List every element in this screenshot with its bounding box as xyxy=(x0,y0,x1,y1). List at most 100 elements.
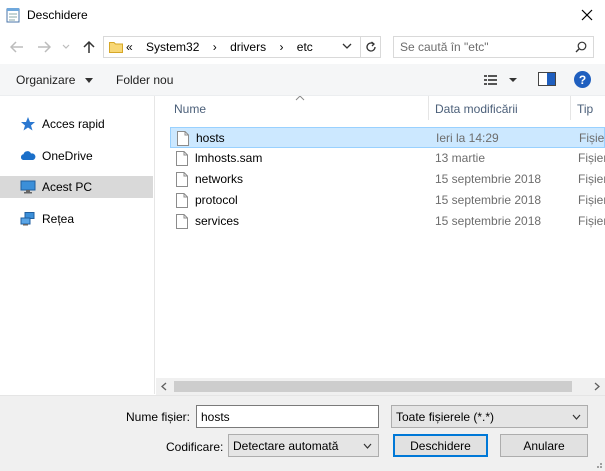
sidebar-item-network[interactable]: Rețea xyxy=(0,208,153,230)
help-button[interactable]: ? xyxy=(574,71,591,88)
file-type: Fișier xyxy=(578,151,605,165)
breadcrumb-drivers[interactable]: drivers xyxy=(230,40,266,54)
star-icon xyxy=(21,117,35,131)
horizontal-scrollbar[interactable] xyxy=(156,378,605,395)
scroll-right-icon[interactable] xyxy=(594,382,600,391)
details-view-icon xyxy=(484,75,517,85)
file-type: Fișier xyxy=(578,193,605,207)
file-date: 15 septembrie 2018 xyxy=(435,214,542,228)
file-date: 13 martie xyxy=(435,151,486,165)
breadcrumb-separator[interactable]: › xyxy=(279,40,283,54)
sidebar-item-label: OneDrive xyxy=(42,149,93,163)
sort-ascending-icon xyxy=(295,96,305,101)
table-row[interactable]: hosts Ieri la 14:29 Fișier xyxy=(170,127,605,148)
table-row[interactable]: networks 15 septembrie 2018 Fișier xyxy=(170,169,605,190)
file-type-value: Toate fișierele (*.*) xyxy=(396,410,495,424)
sidebar-item-label: Acces rapid xyxy=(42,117,105,131)
organize-label: Organizare xyxy=(16,73,76,87)
back-button[interactable] xyxy=(8,38,26,56)
breadcrumb: « System32 › drivers › etc xyxy=(126,40,323,54)
new-folder-button[interactable]: Folder nou xyxy=(116,73,173,87)
breadcrumb-system32[interactable]: System32 xyxy=(146,40,199,54)
filename-label: Nume fișier: xyxy=(126,410,191,424)
open-button[interactable]: Deschidere xyxy=(393,434,488,457)
file-date: 15 septembrie 2018 xyxy=(435,172,542,186)
column-header-row: Nume Data modificării Tip xyxy=(156,96,605,122)
column-header-name[interactable]: Nume xyxy=(174,102,206,116)
navigation-pane: Acces rapid OneDrive Acest PC Rețea xyxy=(0,96,155,394)
file-name: protocol xyxy=(195,193,238,207)
file-icon xyxy=(176,151,188,166)
resize-grip-icon[interactable] xyxy=(593,459,603,469)
file-type-dropdown[interactable]: Toate fișierele (*.*) xyxy=(391,405,588,428)
preview-pane-button[interactable] xyxy=(538,72,556,88)
breadcrumb-overflow[interactable]: « xyxy=(126,40,133,54)
preview-pane-icon xyxy=(538,72,556,86)
column-header-type[interactable]: Tip xyxy=(577,102,593,116)
search-box[interactable] xyxy=(393,36,594,58)
network-icon xyxy=(20,212,35,226)
close-icon xyxy=(581,9,593,21)
sidebar-item-onedrive[interactable]: OneDrive xyxy=(0,145,153,167)
chevron-down-icon[interactable] xyxy=(342,42,352,50)
address-bar[interactable]: « System32 › drivers › etc xyxy=(103,36,361,58)
folder-icon xyxy=(109,42,123,53)
file-icon xyxy=(176,214,188,229)
breadcrumb-separator[interactable]: › xyxy=(213,40,217,54)
file-type: Fișier xyxy=(579,131,605,145)
sidebar-item-this-pc[interactable]: Acest PC xyxy=(0,176,153,198)
chevron-down-icon xyxy=(572,414,581,420)
close-button[interactable] xyxy=(569,0,605,30)
search-icon xyxy=(575,41,587,53)
encoding-label: Codificare: xyxy=(166,440,224,454)
table-row[interactable]: lmhosts.sam 13 martie Fișier xyxy=(170,148,605,169)
file-icon xyxy=(176,193,188,208)
file-date: Ieri la 14:29 xyxy=(436,131,499,145)
table-row[interactable]: services 15 septembrie 2018 Fișier xyxy=(170,211,605,232)
sidebar-item-label: Acest PC xyxy=(42,180,93,194)
breadcrumb-etc[interactable]: etc xyxy=(297,40,313,54)
title-bar: Deschidere xyxy=(0,0,605,30)
forward-button[interactable] xyxy=(35,38,53,56)
encoding-value: Detectare automată xyxy=(233,439,339,453)
up-button[interactable] xyxy=(80,38,98,56)
refresh-button[interactable] xyxy=(361,36,381,58)
change-view-button[interactable] xyxy=(483,72,519,88)
command-bar: Organizare Folder nou ? xyxy=(0,64,605,96)
file-date: 15 septembrie 2018 xyxy=(435,193,542,207)
chevron-down-icon xyxy=(62,44,70,49)
scrollbar-thumb[interactable] xyxy=(174,381,572,392)
file-list: Nume Data modificării Tip hosts Ieri la … xyxy=(156,96,605,394)
dialog-footer: Nume fișier: Toate fișierele (*.*) Codif… xyxy=(0,395,605,471)
organize-button[interactable]: Organizare xyxy=(16,73,93,87)
computer-icon xyxy=(20,180,36,194)
column-divider[interactable] xyxy=(570,96,571,120)
column-divider[interactable] xyxy=(428,96,429,120)
file-name: networks xyxy=(195,172,244,186)
search-input[interactable] xyxy=(400,40,570,54)
arrow-up-icon xyxy=(83,40,95,53)
cloud-icon xyxy=(20,151,36,160)
file-icon xyxy=(177,131,189,146)
help-icon: ? xyxy=(578,72,587,87)
sidebar-item-label: Rețea xyxy=(42,212,75,226)
scroll-left-icon[interactable] xyxy=(161,382,167,391)
refresh-icon xyxy=(365,41,376,52)
cancel-button[interactable]: Anulare xyxy=(500,434,588,457)
arrow-right-icon xyxy=(38,41,51,53)
notepad-icon xyxy=(6,8,20,23)
filename-field[interactable] xyxy=(196,405,379,428)
recent-locations-button[interactable] xyxy=(60,38,72,56)
column-header-date[interactable]: Data modificării xyxy=(435,102,518,116)
file-name: hosts xyxy=(196,131,225,145)
file-icon xyxy=(176,172,188,187)
file-name: lmhosts.sam xyxy=(195,151,263,165)
file-type: Fișier xyxy=(578,214,605,228)
table-row[interactable]: protocol 15 septembrie 2018 Fișier xyxy=(170,190,605,211)
chevron-down-icon xyxy=(363,443,372,449)
sidebar-item-quick-access[interactable]: Acces rapid xyxy=(0,113,153,135)
encoding-dropdown[interactable]: Detectare automată xyxy=(228,434,379,457)
arrow-left-icon xyxy=(10,41,23,53)
file-type: Fișier xyxy=(578,172,605,186)
window-title: Deschidere xyxy=(27,8,88,22)
